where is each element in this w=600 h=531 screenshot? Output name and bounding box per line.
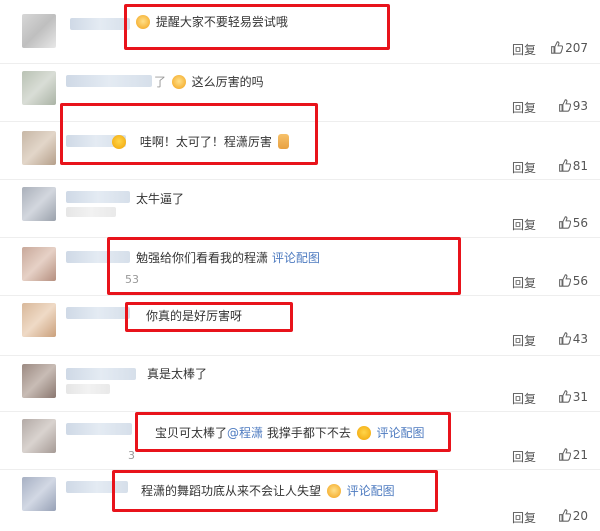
like-count: 56: [572, 216, 588, 230]
avatar[interactable]: [22, 303, 56, 337]
like-button[interactable]: 207: [550, 41, 588, 55]
like-button[interactable]: 31: [558, 390, 588, 404]
highlight-box: [107, 237, 461, 295]
comment-text: 太牛逼了: [136, 191, 184, 207]
like-count: 81: [572, 159, 588, 173]
comment-text-part: 真是太棒了: [147, 367, 208, 381]
comment-row: 真是太棒了 回复 31: [0, 355, 600, 412]
like-count: 21: [572, 448, 588, 462]
thumbs-up-icon: [558, 509, 571, 522]
reply-button[interactable]: 回复: [512, 216, 536, 233]
like-count: 207: [565, 41, 588, 55]
username-extra: [66, 384, 110, 394]
reply-button[interactable]: 回复: [512, 390, 536, 407]
avatar[interactable]: [22, 364, 56, 398]
like-button[interactable]: 21: [558, 448, 588, 462]
thumbs-up-icon: [558, 274, 571, 287]
reply-button[interactable]: 回复: [512, 448, 536, 465]
comment-text-part: 太牛逼了: [136, 192, 185, 206]
crown-emoji-icon: [171, 75, 186, 89]
username[interactable]: [66, 423, 132, 435]
thumbs-up-icon: [558, 332, 571, 345]
reply-button[interactable]: 回复: [512, 274, 536, 291]
highlight-box: [112, 470, 438, 512]
thumbs-up-icon: [558, 159, 571, 172]
username[interactable]: [70, 18, 130, 30]
highlight-box: [125, 302, 293, 332]
username[interactable]: [66, 75, 152, 87]
like-button[interactable]: 56: [558, 216, 588, 230]
comment-text: 真是太棒了: [147, 366, 207, 382]
thumbs-up-icon: [558, 216, 571, 229]
thumbs-up-icon: [551, 41, 564, 54]
username[interactable]: [66, 368, 136, 380]
thumbs-up-icon: [558, 448, 571, 461]
comment-row: 你真的是好厉害呀 回复 43: [0, 295, 600, 356]
reply-button[interactable]: 回复: [512, 41, 536, 58]
reply-button[interactable]: 回复: [512, 99, 536, 116]
like-button[interactable]: 43: [558, 332, 588, 346]
avatar[interactable]: [22, 71, 56, 105]
highlight-box: [135, 412, 451, 452]
avatar[interactable]: [22, 247, 56, 281]
like-button[interactable]: 56: [558, 274, 588, 288]
like-button[interactable]: 81: [558, 159, 588, 173]
reply-button[interactable]: 回复: [512, 159, 536, 176]
thumbs-up-icon: [558, 390, 571, 403]
like-button[interactable]: 20: [558, 509, 588, 523]
like-count: 43: [572, 332, 588, 346]
comment-row: 太牛逼了 回复 56: [0, 179, 600, 238]
avatar[interactable]: [22, 14, 56, 48]
comment-text: 了 这么厉害的吗: [154, 74, 264, 90]
like-count: 93: [572, 99, 588, 113]
partial-count: 3: [128, 449, 135, 462]
highlight-box: [60, 103, 318, 165]
username[interactable]: [66, 191, 130, 203]
reply-button[interactable]: 回复: [512, 509, 536, 526]
like-count: 20: [572, 509, 588, 523]
like-button[interactable]: 93: [558, 99, 588, 113]
avatar[interactable]: [22, 419, 56, 453]
thumbs-up-icon: [558, 99, 571, 112]
like-count: 31: [572, 390, 588, 404]
username-extra: [66, 207, 116, 217]
avatar[interactable]: [22, 131, 56, 165]
avatar[interactable]: [22, 477, 56, 511]
reply-button[interactable]: 回复: [512, 332, 536, 349]
username[interactable]: [66, 307, 130, 319]
highlight-box: [124, 4, 390, 50]
comment-text-part: 这么厉害的吗: [191, 75, 264, 89]
like-count: 56: [572, 274, 588, 288]
comment-prefix: 了: [154, 75, 167, 89]
avatar[interactable]: [22, 187, 56, 221]
